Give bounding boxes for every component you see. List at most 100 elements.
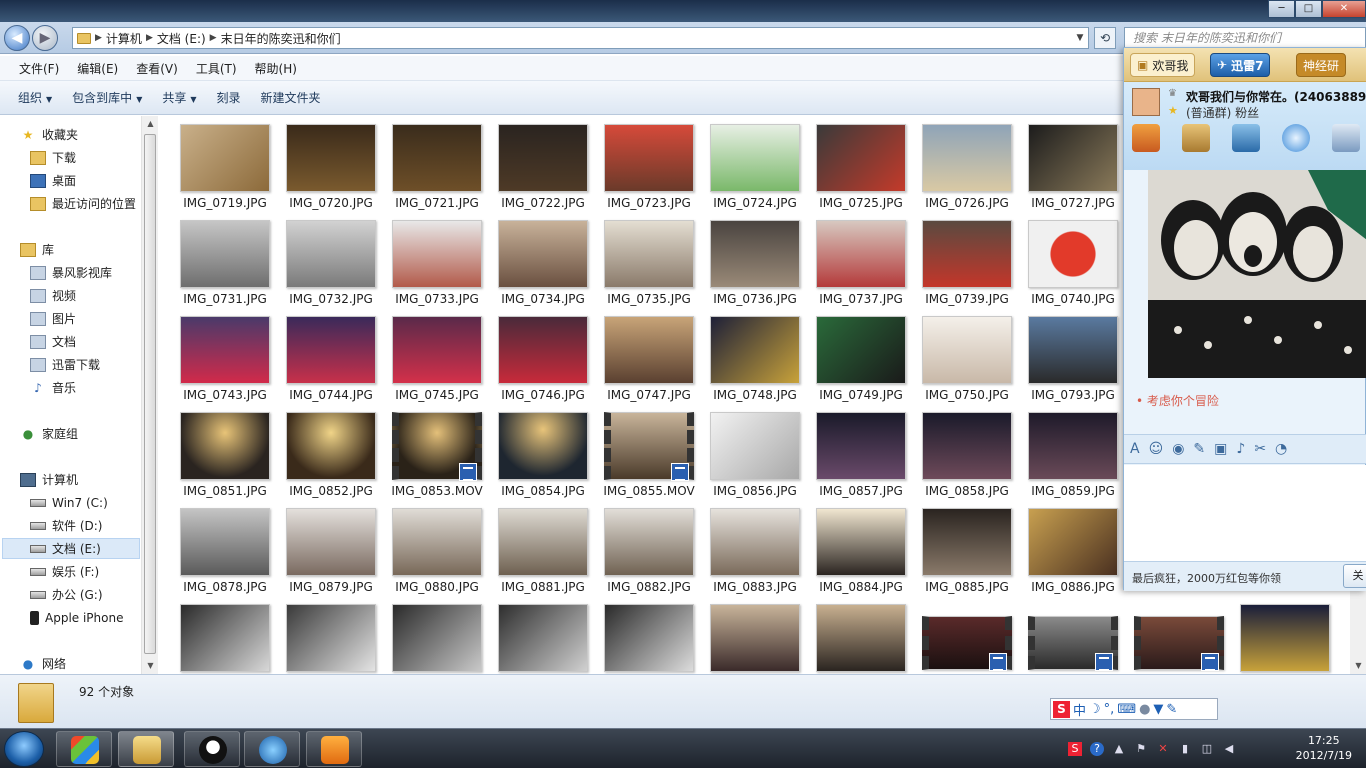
taskbar-qq[interactable] <box>184 731 240 767</box>
file-item[interactable]: IMG_0733.JPG <box>387 216 487 306</box>
file-item[interactable] <box>599 600 699 674</box>
menu-file[interactable]: 文件(F) <box>10 60 68 77</box>
refresh-button[interactable]: ⟲ <box>1094 27 1116 49</box>
volume-icon[interactable]: ◀ <box>1222 742 1236 756</box>
file-item[interactable]: IMG_0739.JPG <box>917 216 1017 306</box>
file-item[interactable]: IMG_0724.JPG <box>705 120 805 210</box>
menu-tools[interactable]: 工具(T) <box>187 60 246 77</box>
nav-lib-thunder[interactable]: 迅雷下载 <box>30 354 100 375</box>
file-item[interactable]: IMG_0719.JPG <box>175 120 275 210</box>
nav-lib-music[interactable]: ♪ 音乐 <box>30 377 76 398</box>
taskbar-sogou-browser[interactable] <box>244 731 300 767</box>
file-item[interactable]: IMG_0857.JPG <box>811 408 911 498</box>
clock[interactable]: 17:25 2012/7/19 <box>1296 733 1352 763</box>
qq-tab-left[interactable]: ▣ 欢哥我 <box>1130 53 1196 77</box>
skin-icon[interactable]: ▼ <box>1153 702 1163 717</box>
message-input[interactable] <box>1124 465 1366 561</box>
edit-icon[interactable]: ✎ <box>1193 441 1205 457</box>
file-item[interactable]: IMG_0793.JPG <box>1023 312 1123 402</box>
file-item[interactable] <box>175 600 275 674</box>
file-item[interactable]: IMG_0880.JPG <box>387 504 487 594</box>
file-item[interactable]: IMG_0722.JPG <box>493 120 593 210</box>
user-icon[interactable]: ● <box>1139 702 1150 717</box>
file-item[interactable]: IMG_0732.JPG <box>281 216 381 306</box>
nav-favorites[interactable]: ★ 收藏夹 <box>20 124 78 145</box>
image-icon[interactable]: ▣ <box>1214 441 1227 457</box>
file-item[interactable]: IMG_0885.JPG <box>917 504 1017 594</box>
album-icon[interactable] <box>1232 124 1260 152</box>
font-icon[interactable]: A <box>1130 441 1140 457</box>
file-item[interactable]: IMG_0750.JPG <box>917 312 1017 402</box>
ad-text[interactable]: 最后疯狂，2000万红包等你领 <box>1132 570 1281 586</box>
file-item[interactable]: IMG_0740.JPG <box>1023 216 1123 306</box>
new-folder-button[interactable]: 新建文件夹 <box>251 89 331 106</box>
screenshot-scissors-icon[interactable]: ✂ <box>1254 441 1266 457</box>
file-item[interactable]: IMG_0720.JPG <box>281 120 381 210</box>
taskbar-media-center[interactable] <box>56 731 112 767</box>
file-item[interactable]: IMG_0737.JPG <box>811 216 911 306</box>
sogou-tray-icon[interactable]: S <box>1068 742 1082 756</box>
file-item[interactable]: IMG_0734.JPG <box>493 216 593 306</box>
ime-toolbar[interactable]: S 中 ☽ °, ⌨ ● ▼ ✎ <box>1050 698 1218 720</box>
file-item[interactable]: IMG_0746.JPG <box>493 312 593 402</box>
file-item[interactable] <box>1023 612 1123 674</box>
qq-tab-right[interactable]: 神经研 <box>1296 53 1347 77</box>
moon-icon[interactable]: ☽ <box>1089 702 1101 717</box>
nav-network[interactable]: ● 网络 <box>20 653 66 674</box>
help-icon[interactable]: ? <box>1090 742 1104 756</box>
chat-image[interactable] <box>1148 170 1366 378</box>
close-button[interactable]: ✕ <box>1322 0 1366 18</box>
nav-drive-g[interactable]: 办公 (G:) <box>30 584 103 605</box>
file-item[interactable]: IMG_0858.JPG <box>917 408 1017 498</box>
nav-homegroup[interactable]: ● 家庭组 <box>20 423 78 444</box>
nav-lib-pictures[interactable]: 图片 <box>30 308 76 329</box>
qq-tab-thunder[interactable]: ✈ 迅雷7 <box>1210 53 1271 77</box>
nav-desktop[interactable]: 桌面 <box>30 170 76 191</box>
address-dropdown-icon[interactable]: ▼ <box>1072 33 1088 43</box>
maximize-button[interactable]: □ <box>1295 0 1322 18</box>
file-item[interactable]: IMG_0747.JPG <box>599 312 699 402</box>
file-item[interactable]: IMG_0855.MOV <box>599 408 699 498</box>
group-avatar[interactable] <box>1132 88 1160 116</box>
address-bar[interactable]: ▶ 计算机 ▶ 文档 (E:) ▶ 末日年的陈奕迅和你们 ▼ <box>72 27 1089 49</box>
taskbar-kuaibo[interactable] <box>306 731 362 767</box>
home-icon[interactable] <box>1132 124 1160 152</box>
nav-drive-e[interactable]: 文档 (E:) <box>2 538 140 559</box>
file-item[interactable]: IMG_0736.JPG <box>705 216 805 306</box>
file-item[interactable]: IMG_0886.JPG <box>1023 504 1123 594</box>
files-icon[interactable] <box>1182 124 1210 152</box>
file-item[interactable]: IMG_0748.JPG <box>705 312 805 402</box>
scroll-down-icon[interactable]: ▼ <box>142 658 159 674</box>
nav-recent-places[interactable]: 最近访问的位置 <box>30 193 136 214</box>
file-item[interactable]: IMG_0745.JPG <box>387 312 487 402</box>
scroll-up-icon[interactable]: ▲ <box>142 116 159 132</box>
file-item[interactable] <box>387 600 487 674</box>
nav-scroll-thumb[interactable] <box>144 134 156 654</box>
file-item[interactable]: IMG_0749.JPG <box>811 312 911 402</box>
action-center-icon[interactable]: ⚑ <box>1134 742 1148 756</box>
file-item[interactable] <box>705 600 805 674</box>
forward-button[interactable]: ▶ <box>32 25 58 51</box>
nav-downloads[interactable]: 下载 <box>30 147 76 168</box>
nav-drive-c[interactable]: Win7 (C:) <box>30 492 108 513</box>
menu-help[interactable]: 帮助(H) <box>246 60 306 77</box>
nav-libraries[interactable]: 库 <box>20 239 54 260</box>
back-button[interactable]: ◀ <box>4 25 30 51</box>
ime-mode[interactable]: 中 <box>1073 700 1086 719</box>
nav-drive-f[interactable]: 娱乐 (F:) <box>30 561 99 582</box>
music-icon[interactable]: ♪ <box>1236 441 1245 457</box>
burn-button[interactable]: 刻录 <box>207 89 251 106</box>
file-item[interactable]: IMG_0854.JPG <box>493 408 593 498</box>
file-item[interactable]: IMG_0735.JPG <box>599 216 699 306</box>
punctuation-icon[interactable]: °, <box>1104 702 1115 717</box>
breadcrumb-computer[interactable]: 计算机 <box>106 30 142 47</box>
file-item[interactable]: IMG_0882.JPG <box>599 504 699 594</box>
battery-icon[interactable]: ▮ <box>1178 742 1192 756</box>
scroll-down-icon[interactable]: ▼ <box>1350 658 1366 674</box>
file-item[interactable]: IMG_0725.JPG <box>811 120 911 210</box>
file-item[interactable]: IMG_0881.JPG <box>493 504 593 594</box>
file-item[interactable]: IMG_0726.JPG <box>917 120 1017 210</box>
file-item[interactable]: IMG_0731.JPG <box>175 216 275 306</box>
taskbar-explorer[interactable] <box>118 731 174 767</box>
file-item[interactable]: IMG_0723.JPG <box>599 120 699 210</box>
